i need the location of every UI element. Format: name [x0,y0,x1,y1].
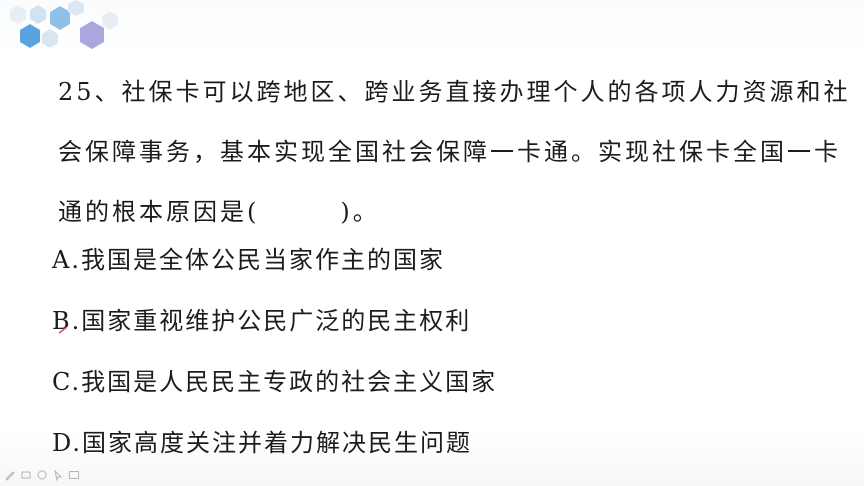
hexagon-shape [80,21,104,49]
hexagon-shape [20,24,40,48]
option-c[interactable]: C.我国是人民民主专政的社会主义国家 [52,352,812,413]
hexagon-shape [50,6,70,30]
pen-annotation-mark [58,326,68,334]
question-text: 25、社保卡可以跨地区、跨业务直接办理个人的各项人力资源和社 会保障事务，基本实… [58,62,851,242]
hexagon-shape [30,5,46,24]
question-line: 25、社保卡可以跨地区、跨业务直接办理个人的各项人力资源和社 [58,78,851,106]
screen-icon[interactable] [68,469,80,481]
slide: 25、社保卡可以跨地区、跨业务直接办理个人的各项人力资源和社 会保障事务，基本实… [0,0,864,486]
question-line: 会保障事务，基本实现全国社会保障一卡通。实现社保卡全国一卡 [58,138,841,166]
pen-icon[interactable] [4,469,16,481]
hexagon-shape [10,5,26,24]
hexagon-decoration [10,0,118,49]
option-d[interactable]: D.国家高度关注并着力解决民生问题 [52,413,812,474]
answer-options: A.我国是全体公民当家作主的国家 B.国家重视维护公民广泛的民主权利 C.我国是… [52,230,812,474]
pointer-icon[interactable] [52,469,64,481]
option-b[interactable]: B.国家重视维护公民广泛的民主权利 [52,291,812,352]
hexagon-shape [102,11,118,30]
eraser-icon[interactable] [36,469,48,481]
hexagon-shape [42,29,58,48]
option-a[interactable]: A.我国是全体公民当家作主的国家 [52,230,812,291]
highlighter-icon[interactable] [20,469,32,481]
presentation-toolbar [4,468,80,482]
hexagon-shape [68,0,84,16]
